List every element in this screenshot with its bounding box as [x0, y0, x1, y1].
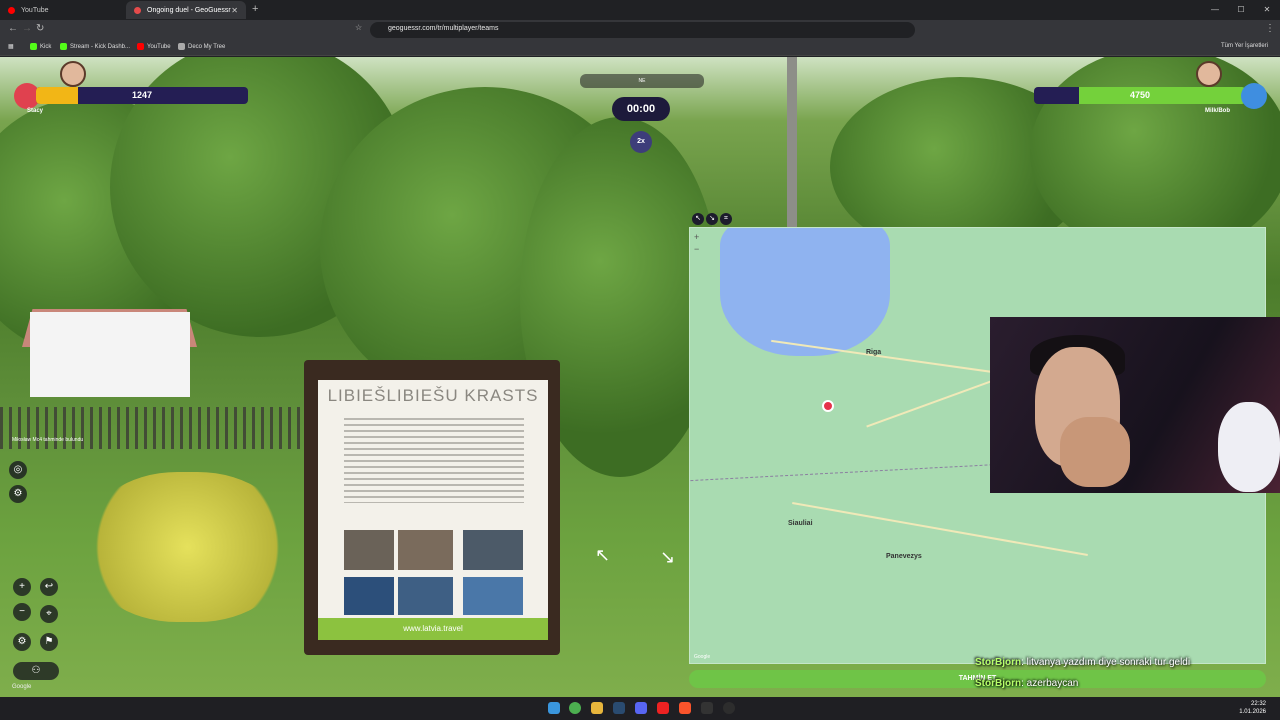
- move-arrow-right-icon[interactable]: ↘: [660, 547, 675, 568]
- info-board: LIBIEŠLIBIEŠU KRASTS www.latvia.travel: [304, 360, 560, 655]
- browser-tabbar: YouTube Ongoing duel - GeoGuessr ✕ + — ☐…: [0, 0, 1280, 20]
- utility-pole: [787, 57, 797, 237]
- map-expand-icon[interactable]: ↖: [692, 213, 704, 225]
- board-photo: [463, 530, 523, 570]
- return-to-start-icon[interactable]: ⌖: [40, 605, 58, 623]
- system-clock[interactable]: 22:32 1.01.2026: [1239, 700, 1266, 716]
- map-attribution: Google: [694, 654, 711, 660]
- map-city-siauliai: Siauliai: [788, 520, 813, 527]
- chat-message: StorBjorn: litvanya yazdım diye sonraki …: [975, 657, 1191, 668]
- tab-youtube[interactable]: YouTube: [0, 1, 125, 19]
- bookmark-kick[interactable]: Kick: [30, 43, 51, 50]
- board-title: LIBIEŠLIBIEŠU KRASTS: [327, 386, 539, 405]
- tab-geoguessr[interactable]: Ongoing duel - GeoGuessr ✕: [126, 1, 246, 19]
- left-team-health-bar: 1247: [36, 87, 248, 104]
- board-photo: [463, 577, 523, 615]
- address-bar[interactable]: geoguessr.com/tr/multiplayer/teams: [370, 22, 915, 38]
- round-timer: 00:00: [612, 97, 670, 121]
- right-team-avatar: [1196, 61, 1222, 87]
- map-shrink-icon[interactable]: ↘: [706, 213, 718, 225]
- brave-icon[interactable]: [679, 702, 691, 714]
- chat-message: StorBjorn: azerbaycan: [975, 678, 1079, 689]
- back-button[interactable]: ←: [8, 23, 18, 34]
- compass: NE: [580, 74, 704, 88]
- flag-icon[interactable]: ⚑: [40, 633, 58, 651]
- close-window-button[interactable]: ✕: [1254, 0, 1280, 20]
- app-icon[interactable]: [701, 702, 713, 714]
- bookmark-star-icon[interactable]: ☆: [355, 23, 362, 32]
- board-footer: www.latvia.travel: [318, 618, 548, 640]
- gulf-of-riga: [720, 228, 890, 356]
- bookmark-kick-dashboard[interactable]: Stream - Kick Dashb...: [60, 43, 130, 50]
- opera-icon[interactable]: [657, 702, 669, 714]
- windows-taskbar: 22:32 1.01.2026: [0, 697, 1280, 720]
- youtube-icon: [8, 6, 15, 14]
- geoguessr-icon: [134, 6, 141, 14]
- bookmark-deco-my-tree[interactable]: Deco My Tree: [178, 43, 225, 50]
- windows-start-icon[interactable]: [548, 702, 560, 714]
- board-photo: [398, 530, 453, 570]
- zoom-out-button[interactable]: −: [13, 603, 31, 621]
- map-zoom-out[interactable]: −: [694, 244, 699, 254]
- streamer-webcam: [990, 317, 1280, 493]
- board-photo: [344, 530, 394, 570]
- new-tab-button[interactable]: +: [252, 3, 258, 15]
- street-view[interactable]: LIBIEŠLIBIEŠU KRASTS www.latvia.travel N…: [0, 57, 1280, 697]
- close-tab-icon[interactable]: ✕: [231, 6, 238, 15]
- guess-marker[interactable]: [822, 400, 834, 412]
- camera-icon[interactable]: ◎: [9, 461, 27, 479]
- obs-icon[interactable]: [723, 702, 735, 714]
- menu-icon[interactable]: ⋮: [1265, 23, 1275, 34]
- minimize-button[interactable]: —: [1202, 0, 1228, 20]
- board-photo: [344, 577, 394, 615]
- right-player-name: Milk/Bob: [1205, 108, 1230, 114]
- map-pin-icon[interactable]: ⌗: [720, 213, 732, 225]
- left-player-name: Stacy: [27, 108, 44, 114]
- bookmark-youtube[interactable]: YouTube: [137, 43, 171, 50]
- left-team-avatar: [60, 61, 86, 87]
- guess-notification: Miłosław Mc4 tahminde bulundu: [12, 437, 84, 443]
- file-explorer-icon[interactable]: [591, 702, 603, 714]
- house: [30, 312, 190, 397]
- gear-icon[interactable]: ⚙: [13, 633, 31, 651]
- all-bookmarks[interactable]: Tüm Yer İşaretleri: [1221, 43, 1268, 49]
- anime-mascot: [1218, 402, 1280, 492]
- bookmarks-bar: ▦ Kick Stream - Kick Dashb... YouTube De…: [0, 40, 1280, 56]
- zoom-in-button[interactable]: +: [13, 578, 31, 596]
- map-city-panevezys: Panevezys: [886, 553, 922, 560]
- damage-multiplier: 2x: [630, 131, 652, 153]
- steam-icon[interactable]: [613, 702, 625, 714]
- apps-icon[interactable]: ▦: [8, 43, 14, 50]
- map-zoom-in[interactable]: +: [694, 232, 699, 242]
- settings-icon[interactable]: ⚙: [9, 485, 27, 503]
- right-team-pin-icon: [1241, 83, 1267, 109]
- right-team-health-bar: 4750: [1034, 87, 1246, 104]
- undo-move-icon[interactable]: ↩: [40, 578, 58, 596]
- reload-button[interactable]: ↻: [36, 23, 44, 34]
- maximize-button[interactable]: ☐: [1228, 0, 1254, 20]
- yellow-bush: [85, 472, 290, 622]
- board-photo: [398, 577, 453, 615]
- team-members-icon: ⚇: [13, 662, 59, 680]
- map-city-riga: Riga: [866, 349, 882, 356]
- discord-icon[interactable]: [635, 702, 647, 714]
- browser-toolbar: ← → ↻ ☆ geoguessr.com/tr/multiplayer/tea…: [0, 20, 1280, 40]
- window-controls: — ☐ ✕: [1202, 0, 1280, 20]
- google-logo: Google: [12, 684, 32, 690]
- forward-button[interactable]: →: [22, 23, 32, 34]
- move-arrow-left-icon[interactable]: ↖: [595, 545, 610, 566]
- chrome-icon[interactable]: [569, 702, 581, 714]
